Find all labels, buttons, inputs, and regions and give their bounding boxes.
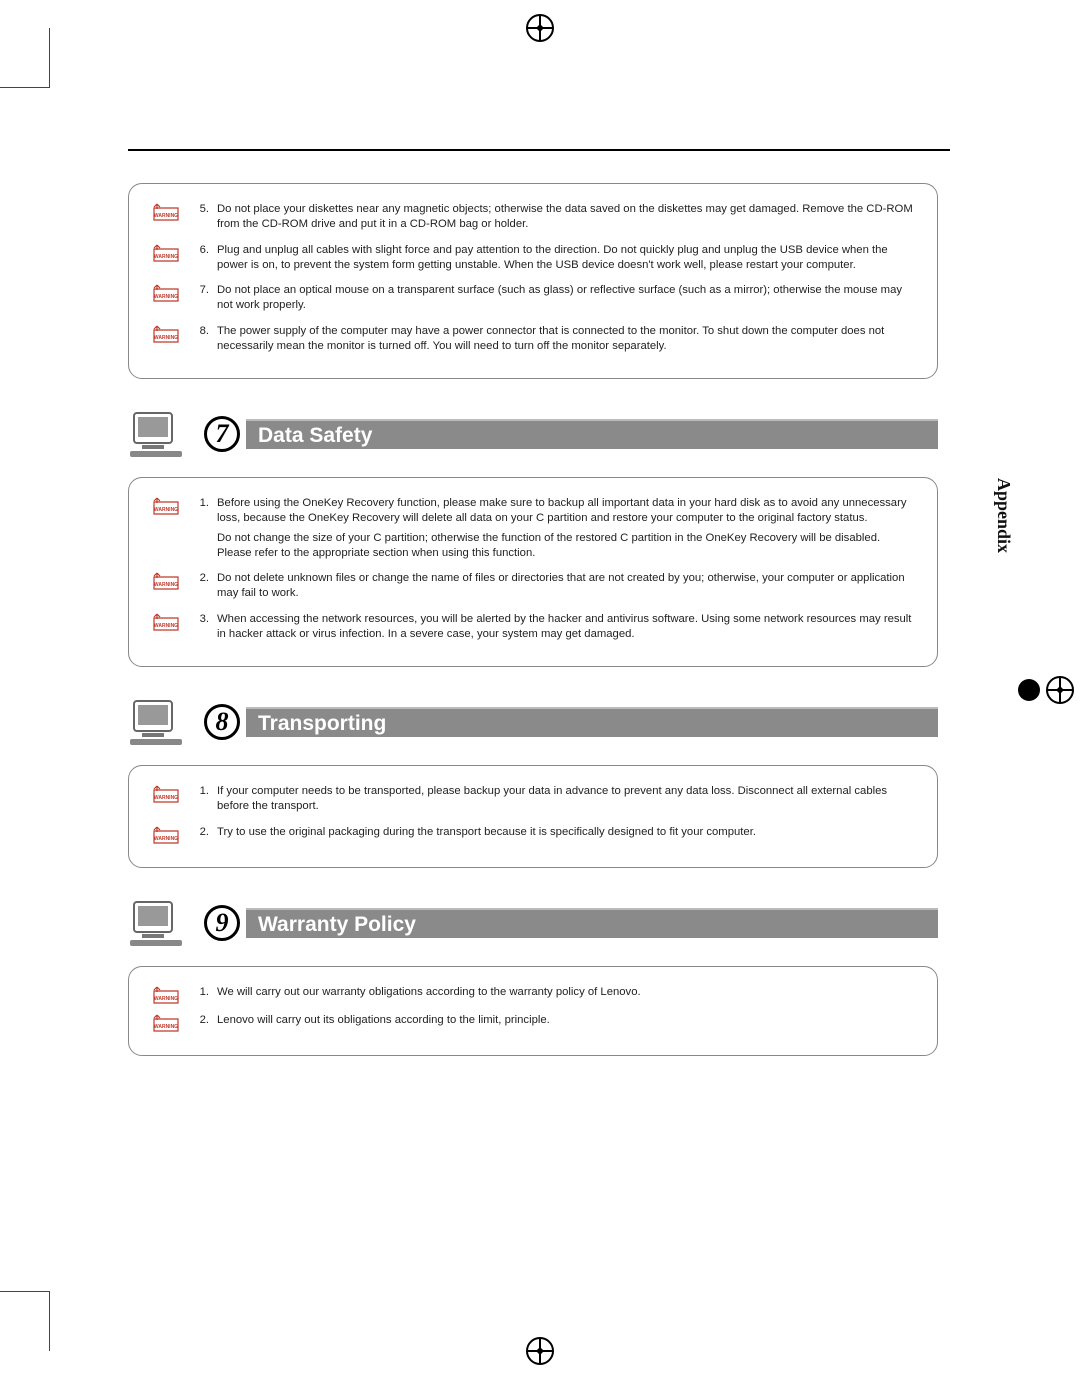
warning-item: WARNING 8. The power supply of the compu… xyxy=(149,324,917,355)
item-number: 3. xyxy=(187,612,209,627)
crop-mark xyxy=(0,28,50,88)
warning-item: WARNING 7. Do not place an optical mouse… xyxy=(149,283,917,314)
computer-icon xyxy=(128,697,186,747)
svg-text:WARNING: WARNING xyxy=(154,507,178,513)
computer-icon xyxy=(128,409,186,459)
item-text: Do not place an optical mouse on a trans… xyxy=(217,283,917,314)
warning-item: WARNING 5. Do not place your diskettes n… xyxy=(149,202,917,233)
warranty-policy-box: WARNING 1. We will carry out our warrant… xyxy=(128,966,938,1056)
warning-item: WARNING 1. We will carry out our warrant… xyxy=(149,985,917,1003)
item-text: Try to use the original packaging during… xyxy=(217,825,917,840)
section-header-warranty-policy: 9 Warranty Policy xyxy=(128,898,938,948)
item-text: We will carry out our warranty obligatio… xyxy=(217,985,917,1000)
registration-mark-icon xyxy=(526,1337,554,1365)
section-number-circle: 8 xyxy=(204,704,240,740)
section-title-banner: Warranty Policy xyxy=(246,908,938,938)
item-text: Plug and unplug all cables with slight f… xyxy=(217,243,917,274)
warning-icon: WARNING xyxy=(149,494,183,514)
crop-mark xyxy=(0,1291,50,1351)
continued-warning-box: WARNING 5. Do not place your diskettes n… xyxy=(128,183,938,379)
svg-text:WARNING: WARNING xyxy=(154,996,178,1002)
warning-icon: WARNING xyxy=(149,569,183,589)
header-rule xyxy=(128,149,950,151)
svg-text:WARNING: WARNING xyxy=(154,254,178,260)
svg-text:WARNING: WARNING xyxy=(154,836,178,842)
warning-item: WARNING 6. Plug and unplug all cables wi… xyxy=(149,243,917,274)
warning-icon: WARNING xyxy=(149,610,183,630)
warning-icon: WARNING xyxy=(149,1011,183,1031)
page-content: WARNING 5. Do not place your diskettes n… xyxy=(128,183,938,1076)
section-header-data-safety: 7 Data Safety xyxy=(128,409,938,459)
item-number: 5. xyxy=(187,202,209,217)
warning-icon: WARNING xyxy=(149,823,183,843)
item-number: 2. xyxy=(187,571,209,586)
section-number-circle: 9 xyxy=(204,905,240,941)
computer-icon xyxy=(128,898,186,948)
warning-icon: WARNING xyxy=(149,983,183,1003)
warning-icon: WARNING xyxy=(149,281,183,301)
svg-text:WARNING: WARNING xyxy=(154,294,178,300)
warning-item: WARNING 2. Try to use the original packa… xyxy=(149,825,917,843)
warning-item: WARNING 1. If your computer needs to be … xyxy=(149,784,917,815)
warning-item: WARNING 2. Lenovo will carry out its obl… xyxy=(149,1013,917,1031)
item-text: Do not delete unknown files or change th… xyxy=(217,571,917,602)
svg-text:WARNING: WARNING xyxy=(154,335,178,341)
warning-icon: WARNING xyxy=(149,241,183,261)
registration-mark-icon xyxy=(1046,676,1074,704)
item-text: If your computer needs to be transported… xyxy=(217,784,917,815)
item-number: 1. xyxy=(187,985,209,1000)
section-title-banner: Data Safety xyxy=(246,419,938,449)
data-safety-box: WARNING 1. Before using the OneKey Recov… xyxy=(128,477,938,667)
transporting-box: WARNING 1. If your computer needs to be … xyxy=(128,765,938,868)
item-number: 6. xyxy=(187,243,209,258)
item-number: 7. xyxy=(187,283,209,298)
section-title-banner: Transporting xyxy=(246,707,938,737)
svg-text:WARNING: WARNING xyxy=(154,795,178,801)
svg-text:WARNING: WARNING xyxy=(154,1024,178,1030)
warning-item: WARNING 3. When accessing the network re… xyxy=(149,612,917,643)
svg-text:WARNING: WARNING xyxy=(154,582,178,588)
warning-icon: WARNING xyxy=(149,322,183,342)
svg-text:WARNING: WARNING xyxy=(154,213,178,219)
item-text: Lenovo will carry out its obligations ac… xyxy=(217,1013,917,1028)
svg-text:WARNING: WARNING xyxy=(154,623,178,629)
item-number: 2. xyxy=(187,1013,209,1028)
item-text: When accessing the network resources, yo… xyxy=(217,612,917,643)
item-text: Before using the OneKey Recovery functio… xyxy=(217,496,917,561)
warning-item: WARNING 2. Do not delete unknown files o… xyxy=(149,571,917,602)
appendix-side-label: Appendix xyxy=(993,478,1014,553)
section-header-transporting: 8 Transporting xyxy=(128,697,938,747)
registration-mark-icon xyxy=(526,14,554,42)
item-number: 1. xyxy=(187,496,209,511)
item-number: 1. xyxy=(187,784,209,799)
warning-item: WARNING 1. Before using the OneKey Recov… xyxy=(149,496,917,561)
item-number: 2. xyxy=(187,825,209,840)
warning-icon: WARNING xyxy=(149,200,183,220)
registration-dot-icon xyxy=(1018,679,1040,701)
warning-icon: WARNING xyxy=(149,782,183,802)
section-number-circle: 7 xyxy=(204,416,240,452)
item-number: 8. xyxy=(187,324,209,339)
item-text: The power supply of the computer may hav… xyxy=(217,324,917,355)
item-text: Do not place your diskettes near any mag… xyxy=(217,202,917,233)
